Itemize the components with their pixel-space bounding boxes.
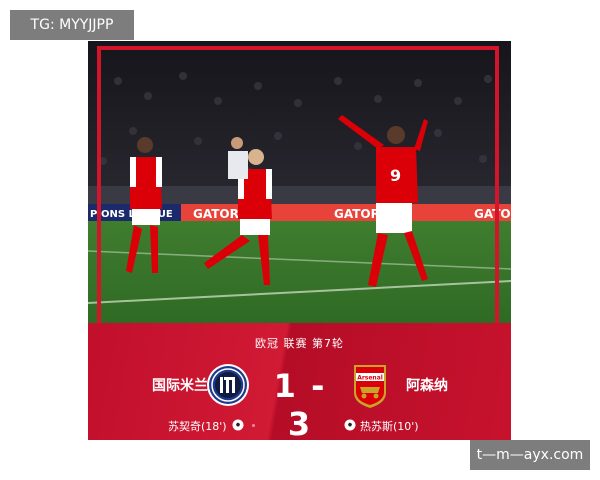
match-score: 1 - 3 <box>273 367 327 440</box>
home-scorer: 苏契奇(18') <box>168 420 227 433</box>
home-team-name: 国际米兰 <box>152 378 208 394</box>
ad-board-ucl: PIONS LEAGUE <box>90 209 173 220</box>
separator-dot <box>252 424 255 427</box>
match-photo: PIONS LEAGUE GATORADE GATORADE GATO 9 <box>88 41 511 324</box>
celebration-photo: PIONS LEAGUE GATORADE GATORADE GATO 9 <box>88 41 511 324</box>
watermark-top: TG: MYYJJPP <box>10 10 134 40</box>
ad-board-gatorade-3: GATO <box>474 207 511 221</box>
arsenal-crest-icon: Arsenal <box>354 365 386 408</box>
home-goal-ball-icon <box>232 419 244 431</box>
away-goal-ball-icon <box>344 419 356 431</box>
shirt-number: 9 <box>390 166 401 185</box>
away-team-name: 阿森纳 <box>406 378 448 394</box>
competition-label: 欧冠 联赛 第7轮 <box>255 337 344 350</box>
arsenal-crest-text: Arsenal <box>357 375 383 382</box>
score-panel: 欧冠 联赛 第7轮 国际米兰 1 - 3 Arsenal 阿森纳 苏契奇(18'… <box>88 323 511 440</box>
match-card: PIONS LEAGUE GATORADE GATORADE GATO 9 欧冠… <box>88 41 511 440</box>
watermark-bottom: t—m—ayx.com <box>470 440 590 470</box>
away-scorer: 热苏斯(10') <box>360 420 419 433</box>
inter-crest-icon <box>207 364 249 406</box>
page: TG: MYYJJPP PIONS LEAGUE GATORADE GATORA… <box>0 0 600 480</box>
